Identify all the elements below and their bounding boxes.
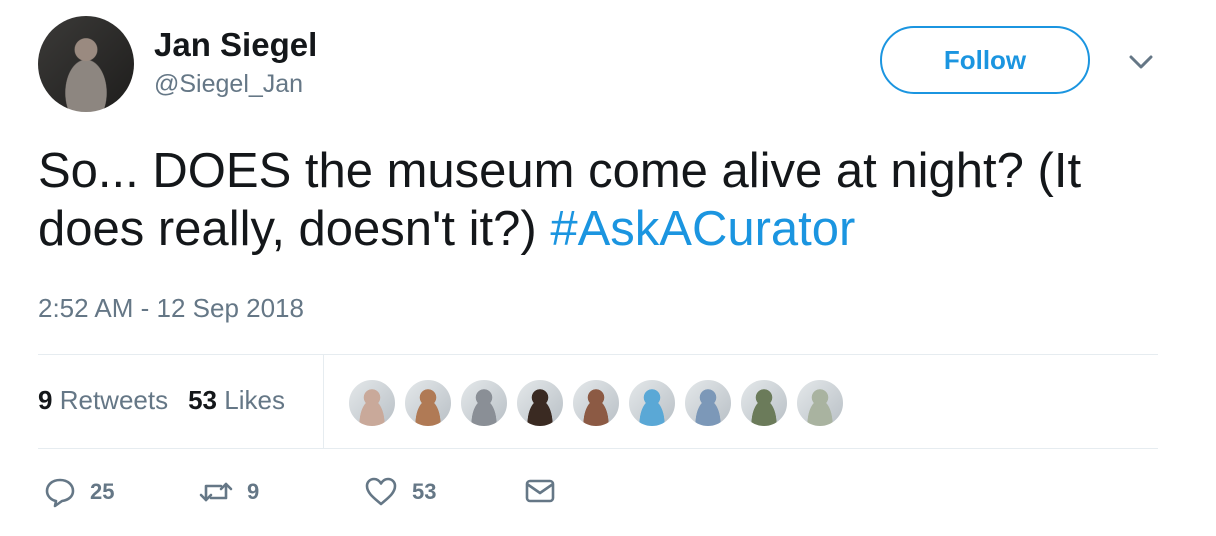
direct-message-button[interactable] xyxy=(524,476,556,506)
liker-avatar-5[interactable] xyxy=(571,378,621,428)
tweet-text: So... DOES the museum come alive at nigh… xyxy=(38,142,1178,258)
tweet-timestamp[interactable]: 2:52 AM - 12 Sep 2018 xyxy=(38,293,304,324)
heart-icon xyxy=(364,476,398,508)
more-options-chevron-icon[interactable] xyxy=(1126,50,1156,74)
hashtag-link[interactable]: #AskACurator xyxy=(550,202,855,256)
liker-avatar-4[interactable] xyxy=(515,378,565,428)
envelope-icon xyxy=(524,476,556,506)
divider xyxy=(38,448,1158,449)
retweet-count: 9 xyxy=(247,479,260,504)
liker-avatar-6[interactable] xyxy=(627,378,677,428)
follow-button[interactable]: Follow xyxy=(880,26,1090,94)
author-name[interactable]: Jan Siegel xyxy=(154,26,317,64)
reply-icon xyxy=(44,476,76,508)
author-handle[interactable]: @Siegel_Jan xyxy=(154,70,303,99)
likes-label: Likes xyxy=(224,385,285,415)
likes-stat[interactable]: 53 Likes xyxy=(188,385,285,416)
tweet-actions: 25 9 53 xyxy=(44,476,564,516)
author-avatar[interactable] xyxy=(38,16,134,112)
divider xyxy=(38,354,1158,355)
reply-count: 25 xyxy=(90,479,115,504)
reply-button[interactable]: 25 xyxy=(44,476,114,508)
liker-avatars xyxy=(347,378,845,428)
like-count: 53 xyxy=(412,479,437,504)
retweets-count: 9 xyxy=(38,385,53,415)
liker-avatar-2[interactable] xyxy=(403,378,453,428)
liker-avatar-1[interactable] xyxy=(347,378,397,428)
retweet-icon xyxy=(199,476,233,508)
liker-avatar-8[interactable] xyxy=(739,378,789,428)
retweets-stat[interactable]: 9 Retweets xyxy=(38,385,168,416)
retweet-button[interactable]: 9 xyxy=(199,476,259,508)
retweets-label: Retweets xyxy=(59,385,169,415)
liker-avatar-7[interactable] xyxy=(683,378,733,428)
vertical-divider xyxy=(323,355,324,448)
liker-avatar-3[interactable] xyxy=(459,378,509,428)
liker-avatar-9[interactable] xyxy=(795,378,845,428)
engagement-stats: 9 Retweets 53 Likes xyxy=(38,385,285,416)
like-button[interactable]: 53 xyxy=(364,476,436,508)
likes-count: 53 xyxy=(188,385,218,415)
